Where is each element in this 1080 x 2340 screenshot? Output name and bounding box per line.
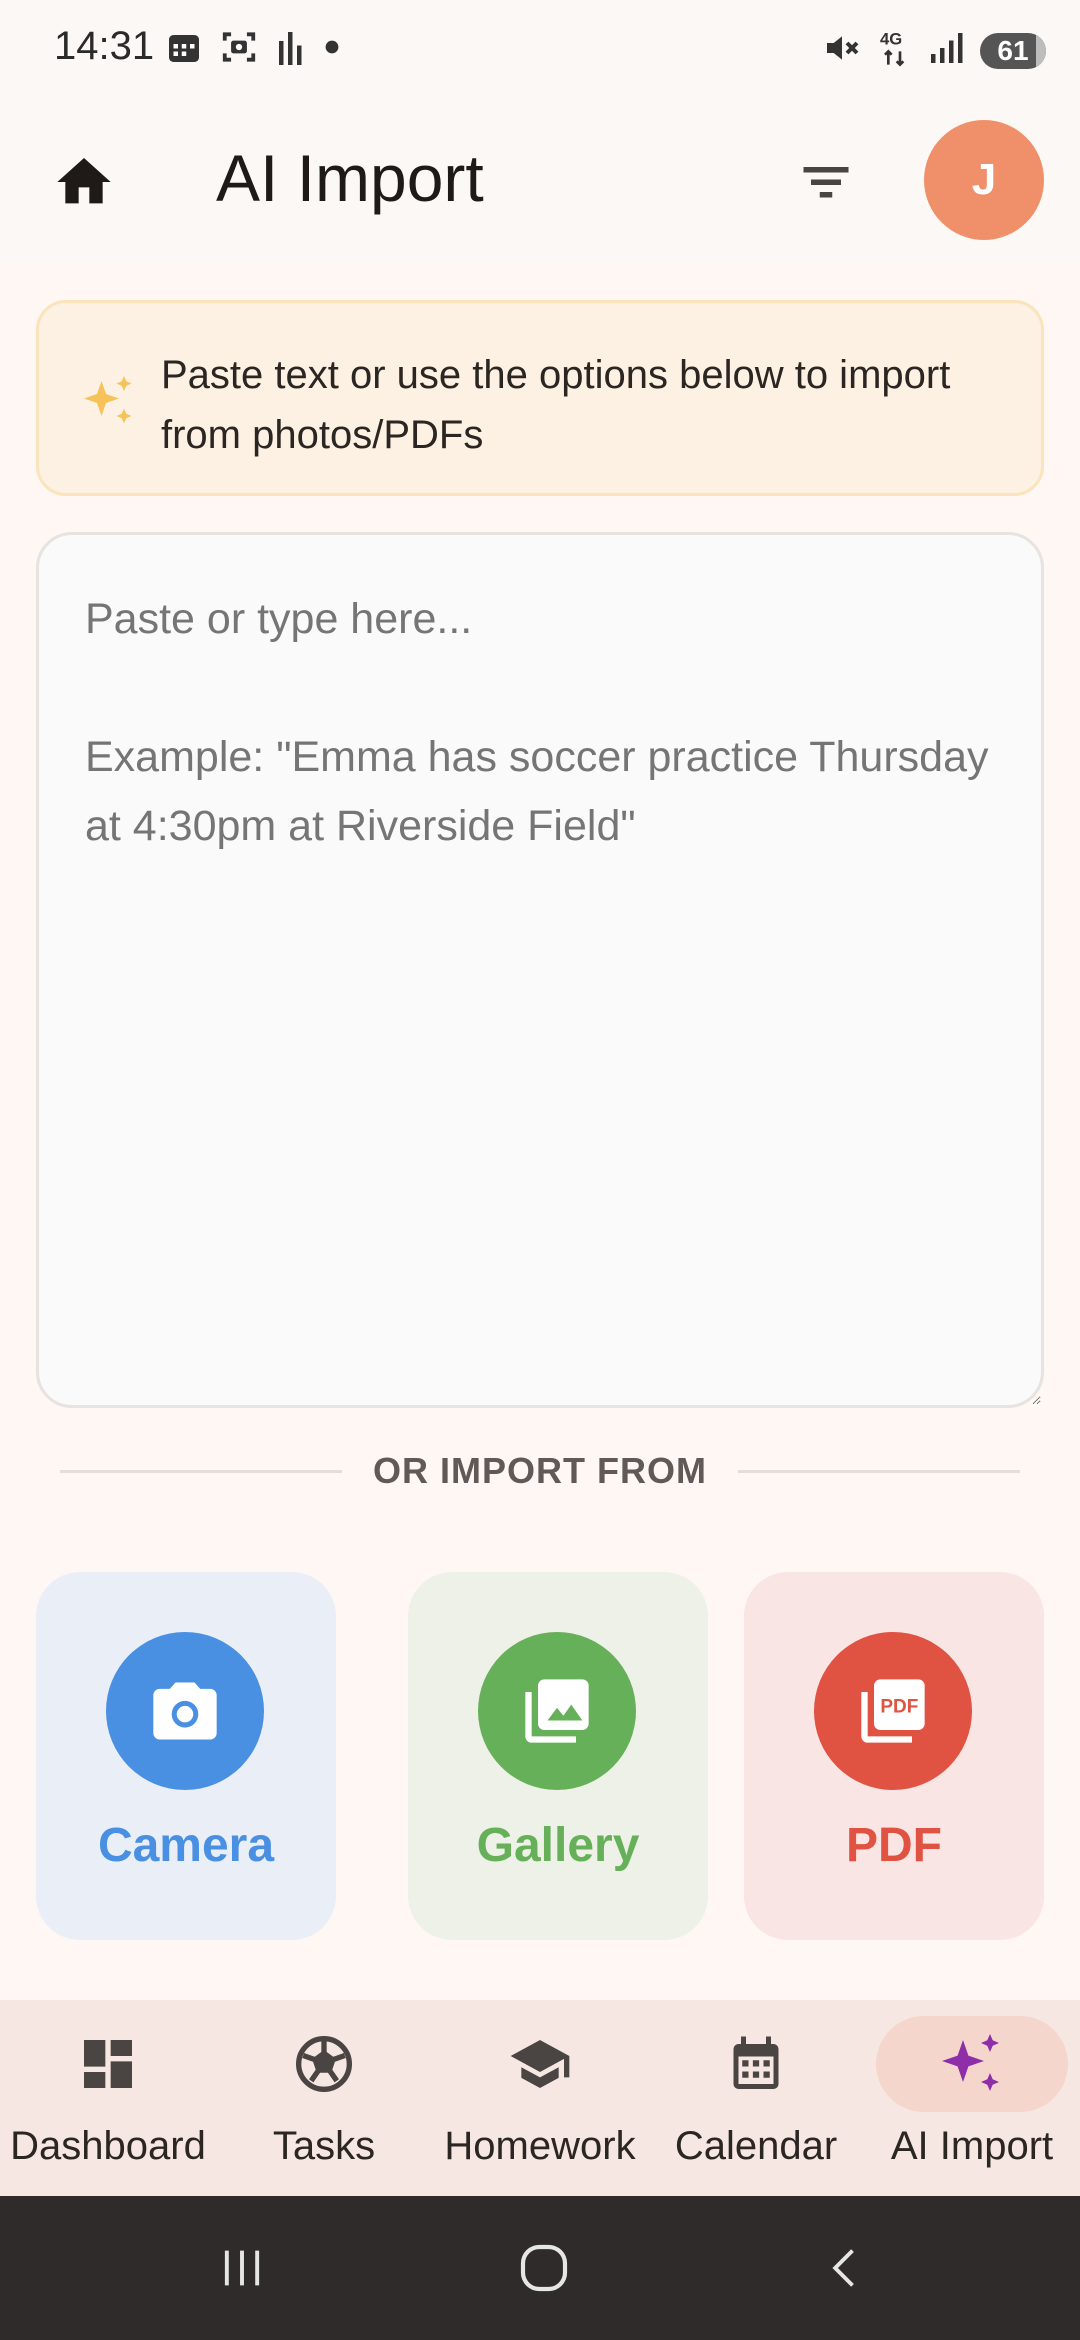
graduation-cap-icon — [480, 2016, 600, 2112]
nav-item-homework[interactable]: Homework — [432, 2000, 648, 2196]
recents-button[interactable] — [202, 2232, 282, 2304]
system-home-button[interactable] — [504, 2232, 584, 2304]
home-circle-icon — [520, 2244, 568, 2292]
nav-item-ai-import[interactable]: AI Import — [864, 2000, 1080, 2196]
calendar-icon — [166, 29, 202, 70]
status-bar: 14:31 4G 61 — [0, 0, 1080, 100]
gallery-circle — [478, 1632, 636, 1790]
info-banner: Paste text or use the options below to i… — [36, 300, 1044, 496]
sparkle-icon — [876, 2016, 1068, 2112]
screen: 14:31 4G 61 AI Import J Paste text or us… — [0, 0, 1080, 2340]
svg-text:PDF: PDF — [880, 1697, 918, 1718]
nav-label-homework: Homework — [444, 2124, 636, 2168]
pdf-label: PDF — [846, 1819, 942, 1872]
camera-import-button[interactable]: Camera — [36, 1572, 336, 1940]
status-icons-left — [166, 28, 340, 71]
audio-bars-icon — [276, 29, 306, 70]
nav-label-ai-import: AI Import — [890, 2124, 1054, 2168]
nav-item-calendar[interactable]: Calendar — [648, 2000, 864, 2196]
svg-text:4G: 4G — [880, 30, 902, 49]
nav-label-tasks: Tasks — [272, 2124, 376, 2168]
status-icons-right: 4G 61 — [822, 28, 1046, 73]
gallery-label: Gallery — [476, 1819, 640, 1872]
divider-line-right — [738, 1470, 1020, 1473]
pdf-circle: PDF — [814, 1632, 972, 1790]
camera-icon — [153, 1682, 217, 1740]
dashboard-icon — [48, 2016, 168, 2112]
dot-icon — [324, 39, 340, 60]
page-title: AI Import — [216, 141, 484, 215]
avatar[interactable]: J — [924, 120, 1044, 240]
info-banner-text: Paste text or use the options below to i… — [161, 353, 951, 457]
avatar-initial: J — [971, 155, 997, 204]
status-time: 14:31 — [54, 24, 155, 68]
filter-button[interactable] — [790, 146, 862, 218]
home-button[interactable] — [48, 146, 120, 218]
nav-item-dashboard[interactable]: Dashboard — [0, 2000, 216, 2196]
pdf-import-button[interactable]: PDF PDF — [744, 1572, 1044, 1940]
home-icon — [57, 158, 111, 204]
nav-label-calendar: Calendar — [674, 2124, 838, 2168]
import-divider: OR IMPORT FROM — [60, 1446, 1020, 1496]
bottom-nav: Dashboard Tasks Homework Calendar AI Imp… — [0, 2000, 1080, 2196]
app-bar: AI Import J — [0, 100, 1080, 265]
recents-icon — [224, 2250, 260, 2286]
camera-label: Camera — [97, 1819, 275, 1872]
sparkle-icon — [84, 376, 132, 424]
network-4g-icon: 4G — [878, 28, 912, 73]
mute-icon — [822, 28, 862, 73]
battery-indicator: 61 — [980, 32, 1046, 69]
filter-icon — [803, 167, 849, 198]
soccer-ball-icon — [264, 2016, 384, 2112]
gallery-icon — [525, 1679, 589, 1743]
camera-circle — [106, 1632, 264, 1790]
system-nav-bar — [0, 2196, 1080, 2340]
nav-item-tasks[interactable]: Tasks — [216, 2000, 432, 2196]
back-icon — [832, 2249, 854, 2287]
import-text-input[interactable] — [36, 532, 1044, 1408]
calendar-icon — [696, 2016, 816, 2112]
signal-icon — [928, 30, 964, 71]
nav-label-dashboard: Dashboard — [10, 2124, 206, 2168]
pdf-icon: PDF — [861, 1679, 925, 1743]
screenshot-icon — [220, 28, 258, 71]
gallery-import-button[interactable]: Gallery — [408, 1572, 708, 1940]
back-button[interactable] — [806, 2232, 886, 2304]
battery-level: 61 — [997, 34, 1029, 66]
